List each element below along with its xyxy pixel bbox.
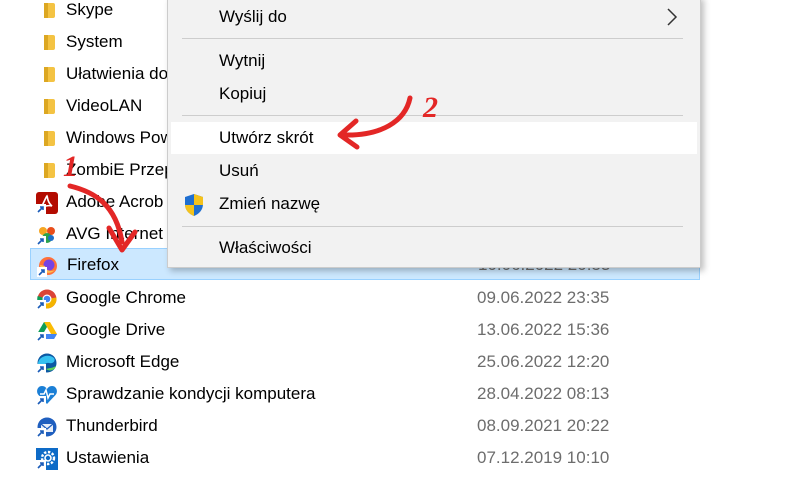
item-name: Google Drive: [66, 320, 166, 339]
item-name: Thunderbird: [66, 416, 158, 435]
menu-item-label: Zmień nazwę: [219, 194, 321, 213]
folder-icon: [36, 32, 58, 54]
menu-item-cut[interactable]: Wytnij: [171, 46, 697, 76]
item-name: AVG Internet: [66, 224, 164, 243]
item-name: Google Chrome: [66, 288, 187, 307]
item-name: Firefox: [67, 255, 119, 274]
item-date: 08.09.2021 20:22: [477, 416, 610, 435]
item-name: Windows Pow: [66, 128, 173, 147]
list-item[interactable]: Thunderbird 08.09.2021 20:22: [30, 410, 700, 442]
edge-shortcut-icon: [36, 352, 58, 374]
item-name: System: [66, 32, 123, 51]
menu-separator: [182, 38, 683, 39]
avg-shortcut-icon: [36, 224, 58, 246]
menu-item-label: Wytnij: [219, 51, 266, 70]
menu-item-label: Usuń: [219, 161, 259, 180]
list-item[interactable]: Sprawdzanie kondycji komputera 28.04.202…: [30, 378, 700, 410]
menu-item-label: Utwórz skrót: [219, 128, 314, 147]
item-name: ZombiE Przep: [66, 160, 174, 179]
folder-icon: [36, 128, 58, 150]
menu-item-send-to[interactable]: Wyślij do: [171, 2, 697, 32]
menu-item-properties[interactable]: Właściwości: [171, 233, 697, 263]
thunderbird-shortcut-icon: [36, 416, 58, 438]
item-name: Microsoft Edge: [66, 352, 180, 371]
context-menu: Wyślij do Wytnij Kopiuj Utwórz skrót Usu…: [167, 0, 701, 268]
google-drive-shortcut-icon: [36, 320, 58, 342]
uac-shield-icon: [183, 193, 205, 217]
chevron-right-icon: [663, 6, 681, 28]
item-date: 28.04.2022 08:13: [477, 384, 610, 403]
folder-icon: [36, 96, 58, 118]
menu-item-label: Właściwości: [219, 238, 312, 257]
item-name: Skype: [66, 0, 114, 19]
menu-item-label: Kopiuj: [219, 84, 267, 103]
menu-separator: [182, 226, 683, 227]
item-date: 25.06.2022 12:20: [477, 352, 610, 371]
menu-item-copy[interactable]: Kopiuj: [171, 79, 697, 109]
menu-item-create-shortcut[interactable]: Utwórz skrót: [171, 122, 697, 154]
list-item[interactable]: Google Chrome 09.06.2022 23:35: [30, 282, 700, 314]
item-name: VideoLAN: [66, 96, 143, 115]
item-date: 13.06.2022 15:36: [477, 320, 610, 339]
list-item[interactable]: Microsoft Edge 25.06.2022 12:20: [30, 346, 700, 378]
settings-shortcut-icon: [36, 448, 58, 470]
pc-health-shortcut-icon: [36, 384, 58, 406]
folder-icon: [36, 160, 58, 182]
menu-item-label: Wyślij do: [219, 7, 287, 26]
adobe-acrobat-shortcut-icon: [36, 192, 58, 214]
item-date: 07.12.2019 10:10: [477, 448, 610, 467]
folder-icon: [36, 64, 58, 86]
firefox-shortcut-icon: [37, 255, 59, 277]
item-name: Adobe Acrob: [66, 192, 164, 211]
item-date: 09.06.2022 23:35: [477, 288, 610, 307]
menu-separator: [182, 115, 683, 116]
menu-item-rename[interactable]: Zmień nazwę: [171, 189, 697, 219]
menu-item-delete[interactable]: Usuń: [171, 156, 697, 186]
item-name: Sprawdzanie kondycji komputera: [66, 384, 316, 403]
list-item[interactable]: Ustawienia 07.12.2019 10:10: [30, 442, 700, 474]
folder-icon: [36, 0, 58, 22]
chrome-shortcut-icon: [36, 288, 58, 310]
item-name: Ustawienia: [66, 448, 150, 467]
item-name: Ułatwienia do: [66, 64, 169, 83]
list-item[interactable]: Google Drive 13.06.2022 15:36: [30, 314, 700, 346]
